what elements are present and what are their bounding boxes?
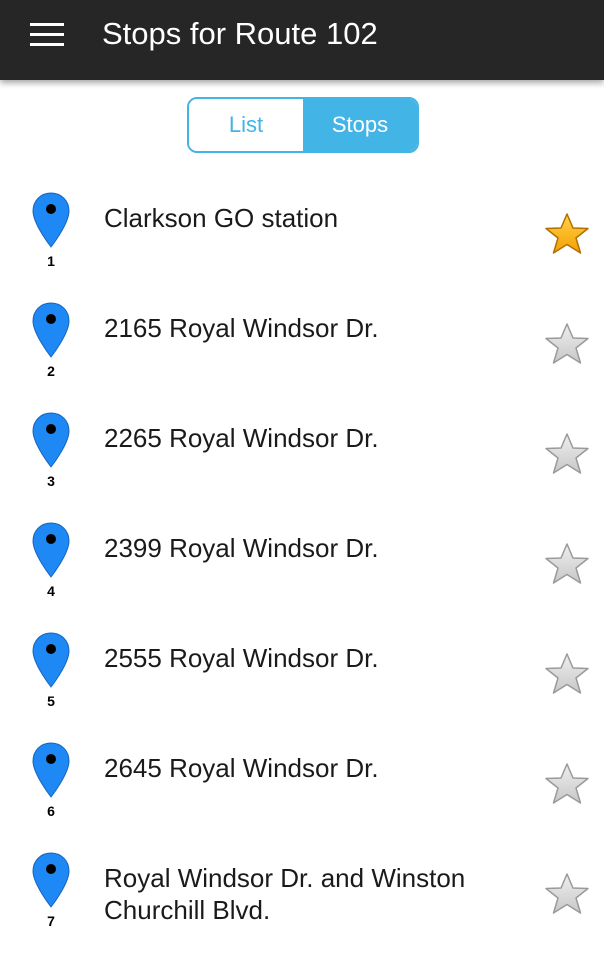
map-pin-icon xyxy=(32,742,70,798)
stop-name: Clarkson GO station xyxy=(104,203,339,233)
map-pin-icon xyxy=(32,192,70,248)
favorite-star-icon[interactable] xyxy=(544,762,590,806)
stop-name: 2645 Royal Windsor Dr. xyxy=(104,753,379,783)
stop-row[interactable]: 2 2165 Royal Windsor Dr. xyxy=(0,302,604,412)
stop-row[interactable]: 6 2645 Royal Windsor Dr. xyxy=(0,742,604,852)
map-pin-icon xyxy=(32,302,70,358)
stop-sequence-number: 6 xyxy=(47,803,55,819)
favorite-star-icon[interactable] xyxy=(544,322,590,366)
stop-row[interactable]: 4 2399 Royal Windsor Dr. xyxy=(0,522,604,632)
hamburger-menu-icon[interactable] xyxy=(30,23,64,47)
stop-sequence-number: 7 xyxy=(47,913,55,929)
stop-name: 2265 Royal Windsor Dr. xyxy=(104,423,379,453)
stop-row[interactable]: 1 Clarkson GO station xyxy=(0,192,604,302)
stop-sequence-number: 5 xyxy=(47,693,55,709)
stop-row[interactable]: 5 2555 Royal Windsor Dr. xyxy=(0,632,604,742)
map-pin-icon xyxy=(32,852,70,908)
app-bar: Stops for Route 102 xyxy=(0,0,604,80)
favorite-star-filled-icon[interactable] xyxy=(544,212,590,256)
favorite-star-icon[interactable] xyxy=(544,542,590,586)
view-toggle: List Stops xyxy=(187,97,419,153)
stop-sequence-number: 2 xyxy=(47,363,55,379)
stop-name: 2399 Royal Windsor Dr. xyxy=(104,533,379,563)
stop-sequence-number: 4 xyxy=(47,583,55,599)
map-pin-icon xyxy=(32,522,70,578)
tab-stops[interactable]: Stops xyxy=(303,99,417,151)
stop-name: 2555 Royal Windsor Dr. xyxy=(104,643,379,673)
stop-row[interactable]: 3 2265 Royal Windsor Dr. xyxy=(0,412,604,522)
map-pin-icon xyxy=(32,412,70,468)
favorite-star-icon[interactable] xyxy=(544,872,590,916)
map-pin-icon xyxy=(32,632,70,688)
stop-sequence-number: 3 xyxy=(47,473,55,489)
stop-name: 2165 Royal Windsor Dr. xyxy=(104,313,379,343)
page-title: Stops for Route 102 xyxy=(102,16,378,51)
favorite-star-icon[interactable] xyxy=(544,652,590,696)
stop-row[interactable]: 7 Royal Windsor Dr. and Winston Churchill… xyxy=(0,852,604,962)
tab-list[interactable]: List xyxy=(189,99,303,151)
stop-sequence-number: 1 xyxy=(47,253,55,269)
favorite-star-icon[interactable] xyxy=(544,432,590,476)
stop-name: Royal Windsor Dr. and Winston Churchill … xyxy=(104,863,466,925)
